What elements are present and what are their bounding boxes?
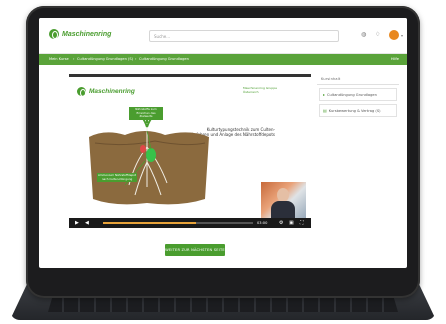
breadcrumb: Mein Kurse › Cultandüngung Grundlagen (S… [39,54,407,65]
breadcrumb-item[interactable]: Mein Kurse [49,57,69,62]
time-display: 03:00 [257,221,268,225]
lesson-content: Maschinenring Maschinenring Gruppe Öster… [69,74,311,256]
video-brand-logo: Maschinenring [77,87,135,97]
globe-icon[interactable]: ◍ [361,32,366,38]
video-brand-name: Maschinenring [89,88,135,95]
pip-icon[interactable]: ▣ [289,220,294,226]
brand-name: Maschinenring [62,30,112,38]
brand-logo[interactable]: Maschinenring [49,29,111,39]
sidebar-item-label: Cultandüngung Grundlagen [327,92,377,97]
logo-icon [77,87,86,97]
avatar[interactable] [389,30,399,40]
presenter-face [277,188,289,202]
sidebar-item-label: Kursbewertung & Vertrag (S) [328,108,381,113]
video-controls: ▶ ◀ 03:00 ⚙ ▣ ⛶ [69,218,311,228]
presenter-video[interactable] [261,182,306,218]
breadcrumb-item[interactable]: Cultandüngung Grundlagen (S) [77,57,133,62]
course-sidebar: Kursinhalt ▸ Cultandüngung Grundlagen ▤ … [317,74,399,224]
play-icon: ▸ [323,92,326,97]
bell-icon[interactable]: ♢ [375,32,380,38]
presenter-body [271,201,295,218]
next-page-button[interactable]: WEITER ZUR NÄCHSTEN SEITE [165,244,225,256]
progress-fill [103,222,196,224]
app-header: Maschinenring Suche... ◍ ♢ ▾ [39,18,407,54]
logo-icon [49,29,59,39]
search-input[interactable]: Suche... [149,30,339,42]
play-icon[interactable]: ▶ [75,220,79,226]
sidebar-item-contract[interactable]: ▤ Kursbewertung & Vertrag (S) [319,104,397,117]
breadcrumb-item[interactable]: Cultandüngung Grundlagen [139,57,189,62]
video-org-label: Maschinenring Gruppe Österreich [243,86,277,94]
breadcrumb-separator: › [135,57,137,61]
tablet-screen: Maschinenring Suche... ◍ ♢ ▾ Mein Kurse … [39,18,407,268]
soil-diagram [89,109,209,205]
sidebar-item-lesson[interactable]: ▸ Cultandüngung Grundlagen [319,88,397,101]
breadcrumb-separator: › [73,57,75,61]
diagram-label-top: Nährstoffe zum Erreichen des Zielwerts [129,107,163,120]
tablet-frame: Maschinenring Suche... ◍ ♢ ▾ Mein Kurse … [26,6,420,298]
nutrient-depot [146,148,156,162]
settings-icon[interactable]: ⚙ [279,220,283,226]
ammonium-marker [140,145,146,153]
volume-icon[interactable]: ◀ [85,220,89,226]
sidebar-heading: Kursinhalt [317,74,399,85]
device-mockup: Maschinenring Suche... ◍ ♢ ▾ Mein Kurse … [0,0,446,324]
video-player[interactable]: Maschinenring Maschinenring Gruppe Öster… [69,74,311,218]
diagram-label-bottom: Ammonium Nährstoffdepot nach Culten-Düng… [97,173,137,183]
fullscreen-icon[interactable]: ⛶ [300,220,304,226]
help-link[interactable]: Hilfe [391,57,399,62]
document-icon: ▤ [323,108,327,113]
chevron-down-icon[interactable]: ▾ [401,33,403,38]
progress-bar[interactable] [103,222,253,224]
